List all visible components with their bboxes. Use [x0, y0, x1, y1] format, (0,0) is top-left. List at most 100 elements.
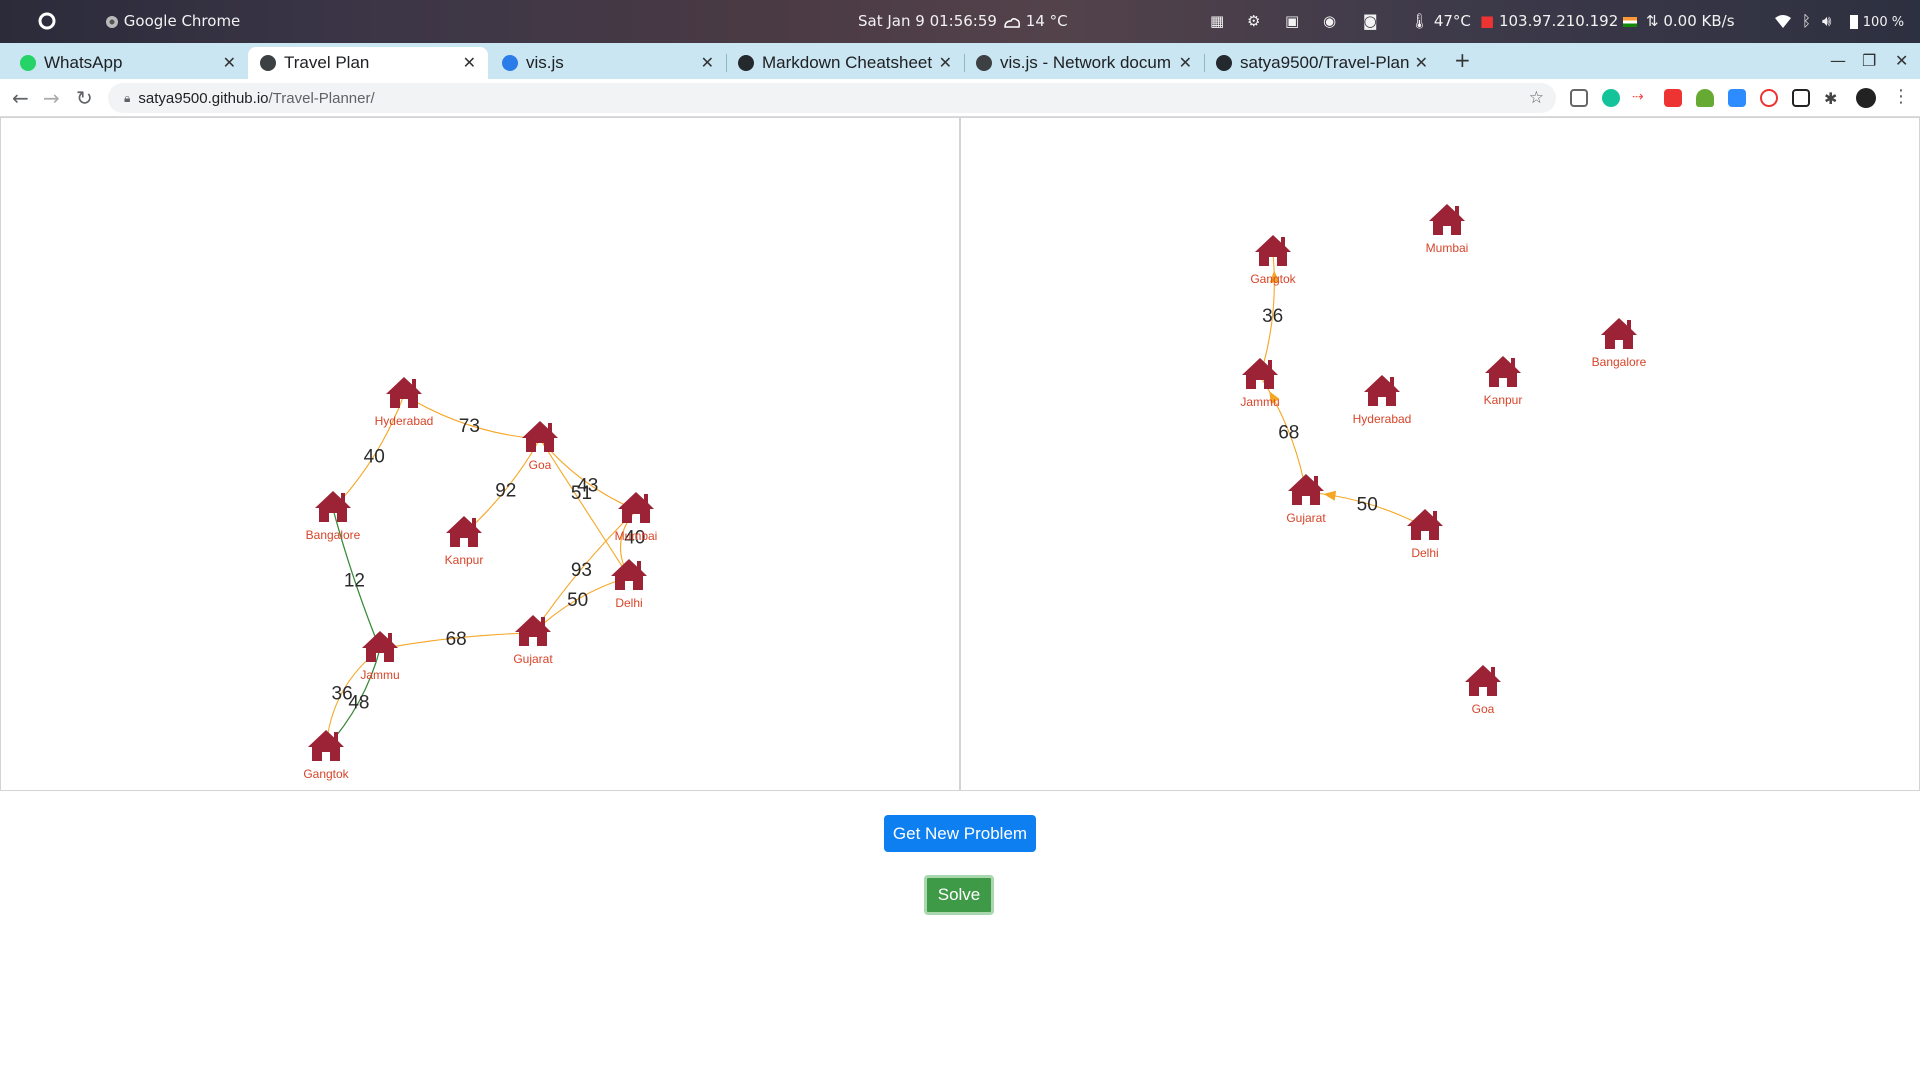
- problem-network-panel[interactable]: 73 40 92 43 51 40 93 50 68 12 36 48 Hyderabad Goa Bang…: [0, 117, 960, 791]
- url-path: /Travel-Planner/: [268, 89, 375, 107]
- clock[interactable]: Sat Jan 9 01:56:59: [858, 12, 997, 30]
- close-icon[interactable]: ✕: [223, 53, 236, 73]
- tab-strip: WhatsApp ✕ Travel Plan ✕ vis.js ✕ Markdo…: [0, 43, 1920, 79]
- edge-hyderabad-bangalore[interactable]: 40: [332, 394, 405, 510]
- extension-icon[interactable]: [1570, 89, 1588, 107]
- mail-icon[interactable]: ◉: [1323, 12, 1336, 30]
- node-jammu[interactable]: Jammu: [1240, 358, 1280, 409]
- reload-button[interactable]: ↻: [76, 86, 93, 110]
- node-label: Goa: [529, 458, 552, 472]
- node-gujarat[interactable]: Gujarat: [1286, 474, 1326, 525]
- edge-weight-label: 50: [567, 590, 588, 611]
- node-delhi[interactable]: Delhi: [1407, 509, 1443, 560]
- avatar[interactable]: [1856, 88, 1876, 108]
- edge-goa-delhi[interactable]: 51: [539, 438, 630, 578]
- app-menu[interactable]: Google Chrome: [105, 12, 240, 30]
- node-hyderabad[interactable]: Hyderabad: [375, 377, 434, 428]
- node-gangtok[interactable]: Gangtok: [303, 730, 350, 781]
- node-label: Hyderabad: [1353, 412, 1412, 426]
- house-icon: [1288, 474, 1324, 505]
- battery-icon: [1850, 14, 1858, 29]
- wifi-icon[interactable]: [1775, 12, 1791, 30]
- restore-icon[interactable]: ❐: [1862, 51, 1876, 70]
- node-gujarat[interactable]: Gujarat: [513, 615, 553, 666]
- house-icon: [386, 377, 422, 408]
- tab-travel-plan[interactable]: Travel Plan ✕: [248, 47, 488, 79]
- node-jammu[interactable]: Jammu: [360, 631, 400, 682]
- star-icon[interactable]: ☆: [1529, 88, 1544, 108]
- house-icon: [1255, 235, 1291, 266]
- close-icon[interactable]: ✕: [1179, 53, 1192, 73]
- edge-gujarat-jammu[interactable]: 68: [1259, 375, 1307, 493]
- edge-weight-label: 93: [571, 560, 592, 581]
- problem-network[interactable]: 734092 435140935068123648HyderabadGoaBang…: [1, 118, 959, 790]
- close-icon[interactable]: ✕: [939, 53, 952, 73]
- activities-icon[interactable]: [38, 11, 56, 30]
- node-goa[interactable]: Goa: [522, 421, 558, 472]
- node-kanpur[interactable]: Kanpur: [445, 516, 484, 567]
- tab-visjs-network-docs[interactable]: vis.js - Network docum ✕: [964, 47, 1205, 79]
- house-icon: [1242, 358, 1278, 389]
- weather[interactable]: 14 °C: [1003, 12, 1068, 30]
- node-kanpur[interactable]: Kanpur: [1484, 356, 1523, 407]
- india-flag-icon: [1623, 16, 1638, 27]
- zoom-icon[interactable]: [1728, 89, 1746, 107]
- node-label: Gujarat: [513, 652, 553, 666]
- tools-icon[interactable]: ⚙: [1247, 12, 1260, 30]
- android-icon[interactable]: [1696, 89, 1714, 107]
- node-mumbai[interactable]: Mumbai: [615, 492, 658, 543]
- edge-weight-label: 48: [348, 693, 369, 714]
- house-icon: [1407, 509, 1443, 540]
- edge-weight-label: 92: [495, 481, 516, 502]
- close-icon[interactable]: ✕: [463, 53, 476, 73]
- node-delhi[interactable]: Delhi: [611, 559, 647, 610]
- new-tab-button[interactable]: +: [1454, 48, 1471, 72]
- node-label: Gangtok: [303, 767, 349, 781]
- tab-whatsapp[interactable]: WhatsApp ✕: [8, 47, 249, 79]
- address-bar[interactable]: 🔒︎ satya9500.github.io/Travel-Planner/ ☆: [108, 83, 1556, 113]
- edge-weight-label: 50: [1357, 495, 1378, 516]
- house-icon: [1485, 356, 1521, 387]
- close-icon[interactable]: ✕: [701, 53, 714, 73]
- puzzle-icon[interactable]: ✱: [1824, 89, 1842, 108]
- battery[interactable]: 100 %: [1850, 12, 1904, 30]
- notion-icon[interactable]: [1792, 89, 1810, 107]
- edge-weight-label: 12: [344, 571, 365, 592]
- minimize-icon[interactable]: —: [1830, 51, 1846, 70]
- house-icon: [515, 615, 551, 646]
- volume-icon[interactable]: 🔊︎: [1822, 12, 1831, 30]
- tab-github-travel-planner[interactable]: satya9500/Travel-Plan ✕: [1204, 47, 1440, 79]
- menu-kebab-icon[interactable]: ⋮: [1892, 86, 1910, 107]
- camera-icon[interactable]: ◙: [1363, 12, 1378, 30]
- lock-icon: 🔒︎: [124, 90, 131, 105]
- extension-red-icon[interactable]: [1664, 89, 1682, 107]
- node-label: Delhi: [1411, 546, 1438, 560]
- house-icon: [1601, 318, 1637, 349]
- tab-markdown-cheatsheet[interactable]: Markdown Cheatsheet ✕: [726, 47, 965, 79]
- bluetooth-icon[interactable]: ᛒ: [1802, 12, 1811, 30]
- grid-icon[interactable]: ▣: [1285, 12, 1299, 30]
- visjs-icon: [502, 55, 518, 71]
- node-goa[interactable]: Goa: [1465, 665, 1501, 716]
- extension-badge-icon[interactable]: [1760, 89, 1778, 107]
- solve-button[interactable]: Solve: [924, 875, 994, 915]
- house-icon: [446, 516, 482, 547]
- node-bangalore[interactable]: Bangalore: [1592, 318, 1647, 369]
- edge-gujarat-jammu[interactable]: 68: [379, 629, 534, 650]
- share-icon[interactable]: ⇢: [1632, 89, 1650, 107]
- calculator-icon[interactable]: ▦: [1210, 12, 1224, 30]
- tab-visjs[interactable]: vis.js ✕: [490, 47, 727, 79]
- close-icon[interactable]: ✕: [1415, 53, 1428, 73]
- solution-network[interactable]: 50 68 36 Mumbai Gangtok Bangalore Kanpur Jammu H…: [961, 118, 1919, 790]
- get-new-problem-button[interactable]: Get New Problem: [884, 815, 1036, 852]
- back-button[interactable]: ←: [12, 86, 29, 110]
- node-hyderabad[interactable]: Hyderabad: [1353, 375, 1412, 426]
- node-label: Delhi: [615, 596, 642, 610]
- grammarly-icon[interactable]: [1602, 89, 1620, 107]
- node-bangalore[interactable]: Bangalore: [306, 491, 361, 542]
- house-icon: [611, 559, 647, 590]
- forward-button[interactable]: →: [43, 86, 60, 110]
- node-mumbai[interactable]: Mumbai: [1426, 204, 1469, 255]
- window-close-icon[interactable]: ✕: [1895, 51, 1908, 70]
- solution-network-panel[interactable]: 50 68 36 Mumbai Gangtok Bangalore Kanpur Jammu H…: [960, 117, 1920, 791]
